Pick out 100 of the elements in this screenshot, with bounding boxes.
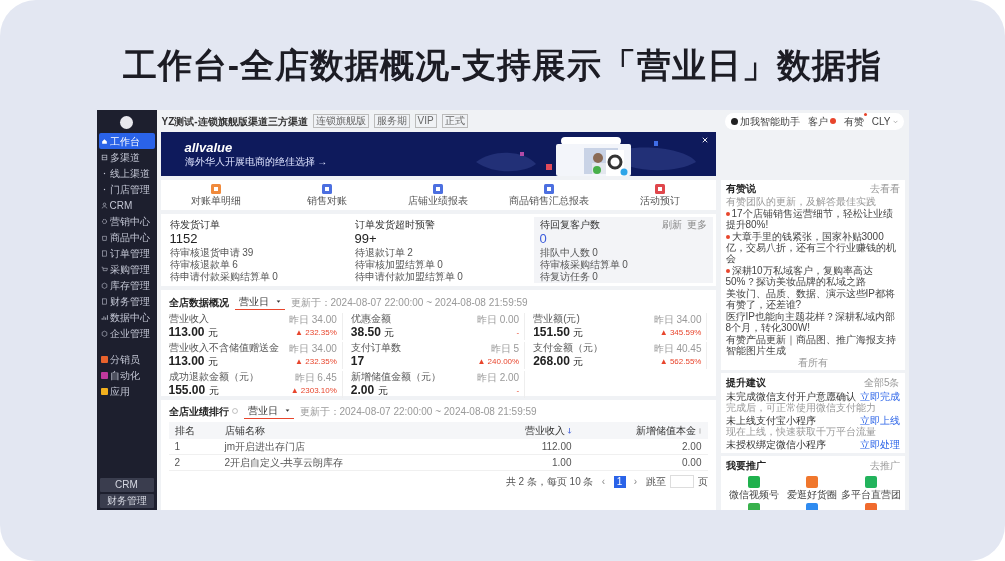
- sort-arrow-icon: [566, 427, 572, 434]
- tag: VIP: [414, 114, 437, 128]
- period-select[interactable]: 营业日: [234, 294, 285, 310]
- period-select[interactable]: 营业日: [243, 403, 294, 419]
- column-header: 店铺名称: [224, 424, 266, 438]
- header-link[interactable]: 客户: [807, 113, 836, 129]
- promote-app[interactable]: 多平台直营团: [842, 476, 900, 500]
- table-cell-text: jm开启进出存门店: [224, 440, 307, 454]
- header-link[interactable]: CLY: [871, 113, 898, 129]
- change-rate: ▲ 345.59%: [659, 327, 702, 339]
- document-icon: [100, 249, 108, 257]
- action-link[interactable]: 立即处理: [859, 439, 900, 450]
- column-header: 营业收入: [481, 423, 572, 438]
- metric-value: 17: [350, 354, 365, 369]
- table-cell-text: 0.00: [681, 456, 702, 470]
- table-cell-text: 112.00: [540, 440, 572, 454]
- sidebar-item[interactable]: 门店管理: [98, 181, 155, 197]
- sidebar-item[interactable]: CRM: [98, 197, 155, 213]
- sidebar-item[interactable]: 数据中心: [98, 309, 155, 325]
- metric-label: 营业收入: [168, 313, 209, 325]
- header-link[interactable]: 有赞: [843, 113, 864, 129]
- panel-title: 提升建议: [725, 376, 766, 389]
- page-input[interactable]: [669, 475, 694, 488]
- news-item[interactable]: 医疗IP也能向主题花样？深耕私域内部8个月，转化300W!: [725, 311, 900, 333]
- sidebar-item[interactable]: 应用: [98, 383, 155, 399]
- shortcut-button[interactable]: 店铺业绩报表: [382, 183, 494, 207]
- table-cell-text: 1.00: [551, 456, 572, 470]
- card-link[interactable]: 刷新: [661, 219, 682, 231]
- sidebar-item[interactable]: 商品中心: [98, 229, 155, 245]
- metric-label: 营业收入不含储值赠送金: [168, 342, 279, 354]
- change-rate: ▲ 232.35%: [295, 356, 337, 368]
- promote-app[interactable]: 爱逛好货圈: [784, 476, 841, 500]
- cart-icon: [100, 265, 108, 273]
- change-rate: ▲ 232.35%: [295, 327, 337, 339]
- bar-chart-icon: [100, 313, 108, 321]
- news-item[interactable]: 大章手里的钱紧张，国家补贴3000亿，交易八折，还有三个行业赚钱的机会: [725, 231, 900, 264]
- sidebar-item[interactable]: 财务管理: [98, 293, 155, 309]
- suggestion-text: 未授权绑定微信小程序: [725, 439, 826, 450]
- headline: 工作台-全店数据概况-支持展示「营业日」数据指: [122, 45, 883, 86]
- shortcut-button[interactable]: 对账单明细: [160, 183, 272, 207]
- sidebar-item[interactable]: 营销中心: [98, 213, 155, 229]
- sort-icon: [697, 427, 702, 434]
- todo-item[interactable]: 待审核退货申请 39: [169, 247, 254, 259]
- sidebar-button[interactable]: CRM: [99, 478, 154, 492]
- chevron-down-icon: [892, 118, 898, 124]
- sidebar-button[interactable]: 财务管理: [99, 494, 154, 508]
- avatar-icon: [120, 116, 133, 129]
- sidebar-item[interactable]: 线上渠道: [98, 165, 155, 181]
- todo-item[interactable]: 待审核退款单 6: [169, 259, 238, 271]
- sidebar-item[interactable]: 库存管理: [98, 277, 155, 293]
- shortcut-button[interactable]: 活动预订: [604, 183, 716, 207]
- document-icon: [100, 297, 108, 305]
- gear-icon: [100, 217, 108, 225]
- action-link[interactable]: 立即上线: [859, 415, 900, 426]
- sidebar-item[interactable]: 分销员: [98, 351, 155, 367]
- change-rate: ▲ 2303.10%: [290, 385, 337, 397]
- page-button[interactable]: 1: [613, 475, 626, 488]
- shortcut-button[interactable]: 销售对账: [271, 183, 383, 207]
- promote-app[interactable]: 微信视频号: [725, 476, 783, 500]
- tag: 服务期: [373, 114, 410, 128]
- shortcut-button[interactable]: 商品销售汇总报表: [493, 183, 605, 207]
- news-item[interactable]: 有赞产品更新｜商品图、推广海报支持智能图片生成: [725, 334, 900, 356]
- todo-item[interactable]: 待申请付款采购结算单 0: [169, 271, 278, 283]
- prev-page-button[interactable]: ‹: [597, 475, 610, 488]
- metric-value: 155.00 元: [168, 383, 219, 398]
- change-rate: ▲ 240.00%: [477, 356, 520, 368]
- card-title: 待回复客户数: [539, 219, 600, 231]
- sidebar-item[interactable]: 自动化: [98, 367, 155, 383]
- action-link[interactable]: 立即完成: [859, 391, 900, 402]
- todo-item[interactable]: 待复访任务 0: [539, 271, 598, 283]
- change-rate: -: [516, 327, 520, 339]
- change-rate: -: [516, 385, 520, 397]
- todo-item[interactable]: 待审核采购结算单 0: [539, 259, 628, 271]
- sidebar-item[interactable]: 多渠道: [98, 149, 155, 165]
- metric-label: 新增储值金额（元）: [350, 371, 441, 383]
- card-title: 待发货订单: [169, 219, 220, 231]
- suggestion-text: 未上线支付宝小程序: [725, 415, 816, 426]
- notification-badge-icon: [829, 118, 836, 124]
- todo-item[interactable]: 待申请付款加盟结算单 0: [354, 271, 463, 283]
- sidebar-item[interactable]: 订单管理: [98, 245, 155, 261]
- todo-item[interactable]: 排队中人数 0: [539, 247, 598, 259]
- next-page-button[interactable]: ›: [629, 475, 642, 488]
- header-link[interactable]: 加我智能助手: [730, 113, 800, 129]
- table-cell-text: 2.00: [681, 440, 702, 454]
- sidebar-item[interactable]: 采购管理: [98, 261, 155, 277]
- column-header: 新增储值本金: [571, 423, 702, 438]
- change-rate: ▲ 562.55%: [659, 356, 702, 368]
- news-item[interactable]: 17个店铺销售运营细节，轻松让业绩提升80%!: [725, 208, 900, 230]
- close-button[interactable]: [701, 137, 708, 143]
- panel-subtitle: 有赞团队的更新，及解答最佳实践: [725, 196, 877, 207]
- page-unit: 页: [697, 475, 708, 489]
- cube-icon: [100, 281, 108, 289]
- news-item[interactable]: 美妆门、品质、数据、演示这些IP都将有赞了，还差谁?: [725, 288, 900, 310]
- sidebar-item[interactable]: 企业管理: [98, 325, 155, 341]
- todo-item[interactable]: 待退款订单 2: [354, 247, 413, 259]
- metric-value: 268.00 元: [533, 354, 584, 369]
- sidebar-item[interactable]: 工作台: [98, 133, 155, 149]
- metric-value: 151.50 元: [533, 325, 584, 340]
- todo-item[interactable]: 待审核加盟结算单 0: [354, 259, 443, 271]
- news-item[interactable]: 深耕10万私域客户，复购率高达50%？探访美妆品牌的私域之路: [725, 265, 900, 287]
